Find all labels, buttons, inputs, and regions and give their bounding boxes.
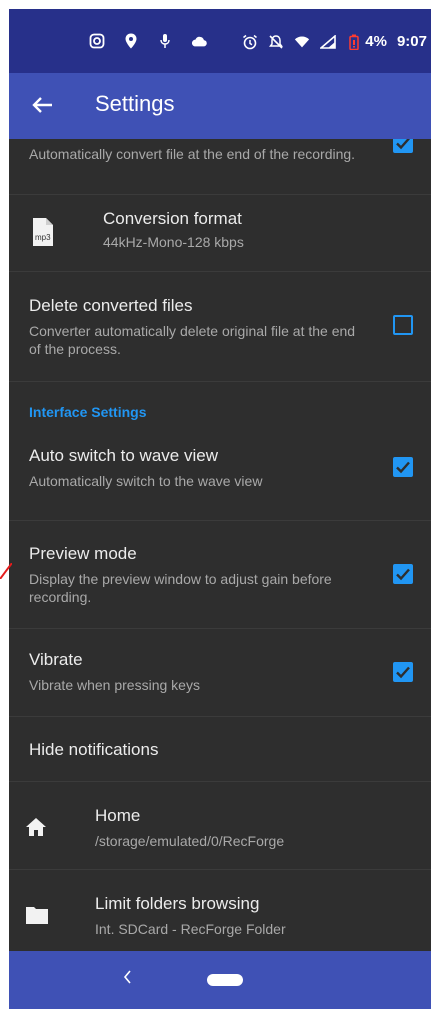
mic-icon <box>157 33 173 49</box>
setting-preview-mode-title: Preview mode <box>29 544 137 563</box>
setting-preview-mode[interactable]: Preview mode Display the preview window … <box>9 521 431 629</box>
auto-switch-checkbox[interactable] <box>393 457 413 477</box>
instagram-icon <box>89 33 105 49</box>
home-icon <box>25 817 47 837</box>
battery-low-icon <box>346 34 362 50</box>
setting-auto-convert[interactable]: Automatically convert file at the end of… <box>9 139 431 195</box>
setting-limit-folders-subtitle: Int. SDCard - RecForge Folder <box>95 921 286 937</box>
setting-limit-folders[interactable]: Limit folders browsing Int. SDCard - Rec… <box>9 870 431 951</box>
clock: 9:07 <box>396 33 427 50</box>
setting-vibrate-title: Vibrate <box>29 650 83 669</box>
cloud-icon <box>191 33 207 49</box>
setting-delete-converted-title: Delete converted files <box>29 296 193 315</box>
setting-hide-notifications[interactable]: Hide notifications <box>9 717 431 782</box>
chevron-left-icon <box>123 970 131 984</box>
status-bar: 4% 9:07 <box>9 9 431 73</box>
settings-list[interactable]: Automatically convert file at the end of… <box>9 139 431 951</box>
setting-delete-converted[interactable]: Delete converted files Converter automat… <box>9 272 431 382</box>
setting-auto-switch-title: Auto switch to wave view <box>29 446 218 465</box>
setting-conversion-format-title: Conversion format <box>103 209 242 228</box>
setting-auto-switch-subtitle: Automatically switch to the wave view <box>29 473 263 489</box>
setting-home-title: Home <box>95 806 141 825</box>
back-button[interactable] <box>29 91 57 119</box>
setting-conversion-format-subtitle: 44kHz-Mono-128 kbps <box>103 234 244 250</box>
setting-auto-convert-subtitle: Automatically convert file at the end of… <box>29 146 356 162</box>
alarm-icon <box>242 34 258 50</box>
folder-icon <box>25 905 49 925</box>
screen: 4% 9:07 Settings Automatically convert f… <box>9 9 431 1009</box>
setting-vibrate-subtitle: Vibrate when pressing keys <box>29 677 200 693</box>
navigation-bar <box>9 951 431 1009</box>
setting-limit-folders-title: Limit folders browsing <box>95 894 260 913</box>
checkmark-icon <box>396 568 410 581</box>
arrow-left-icon <box>32 97 52 113</box>
app-bar: Settings <box>9 73 431 139</box>
setting-home-subtitle: /storage/emulated/0/RecForge <box>95 833 285 849</box>
nav-back-button[interactable] <box>121 967 133 993</box>
setting-hide-notifications-title: Hide notifications <box>29 740 159 759</box>
mp3-icon-label: mp3 <box>35 233 51 242</box>
preview-mode-checkbox[interactable] <box>393 564 413 584</box>
location-icon <box>123 33 139 49</box>
red-arrow-marker <box>0 563 12 579</box>
setting-delete-converted-subtitle: Converter automatically delete original … <box>29 323 356 357</box>
battery-percent: 4% <box>365 33 387 50</box>
delete-converted-checkbox[interactable] <box>393 315 413 335</box>
checkmark-icon <box>396 139 410 150</box>
wifi-icon <box>294 34 310 50</box>
nav-home-pill[interactable] <box>207 974 243 986</box>
setting-preview-mode-subtitle: Display the preview window to adjust gai… <box>29 571 332 605</box>
status-right: 4% 9:07 <box>242 33 427 50</box>
signal-icon <box>320 34 337 50</box>
setting-auto-switch[interactable]: Auto switch to wave view Automatically s… <box>9 434 431 521</box>
checkmark-icon <box>396 666 410 679</box>
battery-indicator: 4% <box>346 33 387 50</box>
setting-vibrate[interactable]: Vibrate Vibrate when pressing keys <box>9 629 431 717</box>
section-interface-settings: Interface Settings <box>29 404 147 420</box>
vibrate-checkbox[interactable] <box>393 662 413 682</box>
setting-home-folder[interactable]: Home /storage/emulated/0/RecForge <box>9 782 431 870</box>
checkmark-icon <box>396 461 410 474</box>
status-left <box>89 33 207 49</box>
mute-icon <box>268 34 284 50</box>
mp3-file-icon: mp3 <box>31 217 55 247</box>
setting-conversion-format[interactable]: mp3 Conversion format 44kHz-Mono-128 kbp… <box>9 195 431 272</box>
page-title: Settings <box>95 91 175 116</box>
auto-convert-checkbox[interactable] <box>393 139 413 153</box>
